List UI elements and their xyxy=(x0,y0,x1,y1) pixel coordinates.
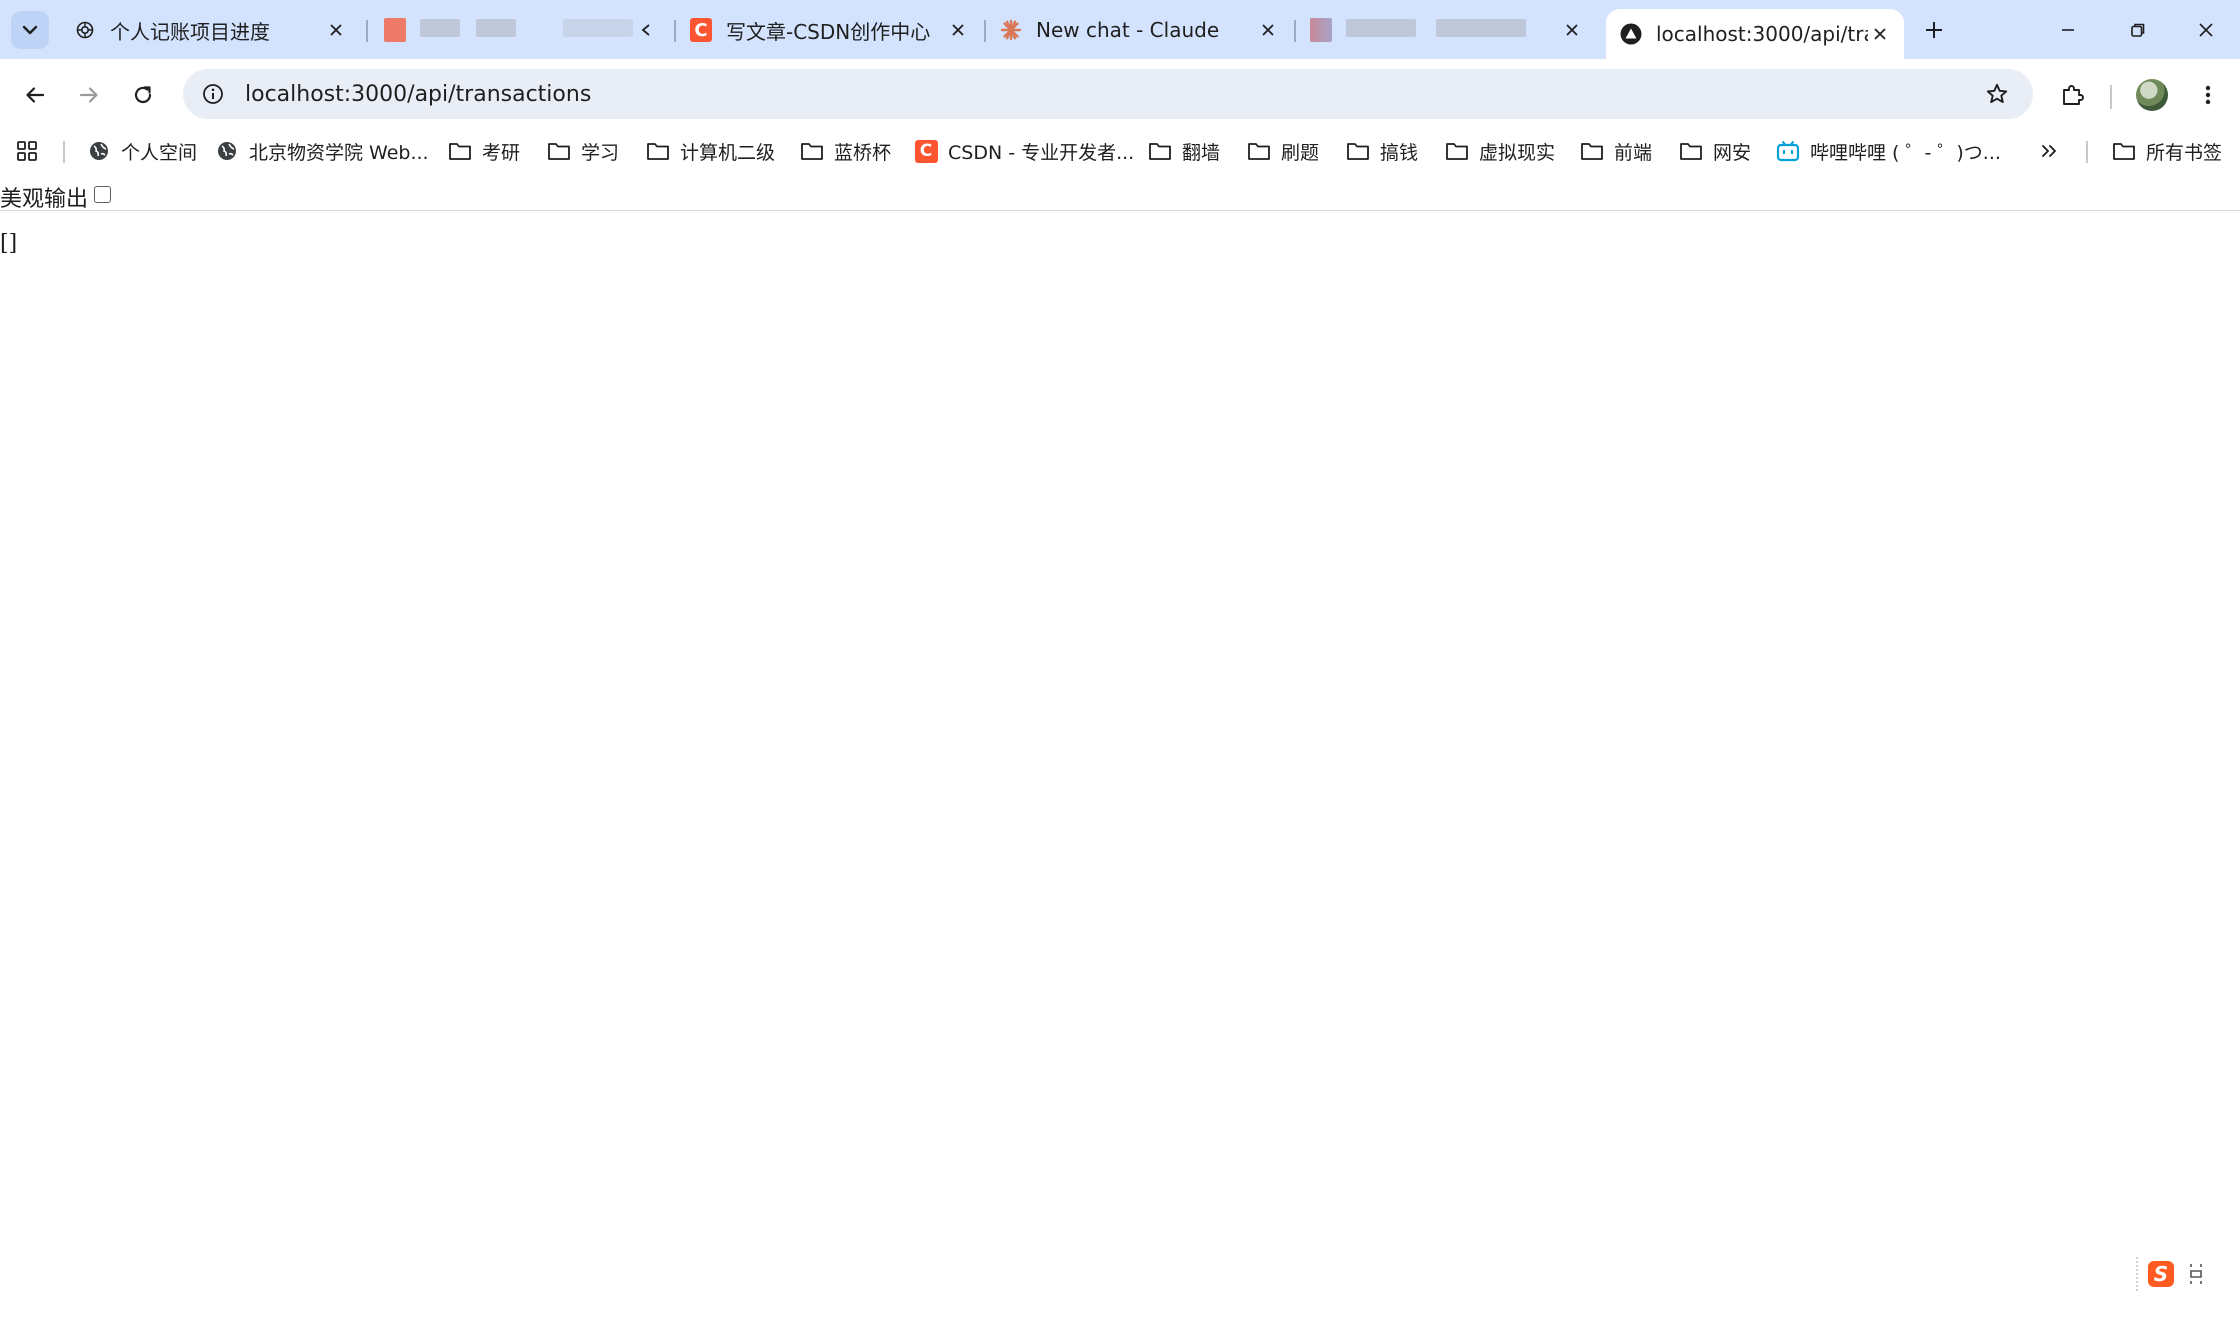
url-text[interactable]: localhost:3000/api/transactions xyxy=(245,82,591,107)
folder-icon xyxy=(547,139,571,163)
browser-menu-button[interactable] xyxy=(2188,75,2228,115)
folder-icon xyxy=(1445,139,1469,163)
site-info-icon[interactable] xyxy=(191,72,235,116)
bookmarks-overflow-button[interactable] xyxy=(2040,131,2058,171)
blurred-icon xyxy=(1310,18,1332,42)
bookmark-folder-kaoyan[interactable]: 考研 xyxy=(448,131,520,171)
restore-button[interactable] xyxy=(2118,10,2158,50)
tab-title: 个人记账项目进度 xyxy=(110,19,270,44)
claude-icon xyxy=(1000,19,1022,41)
reload-button[interactable] xyxy=(123,75,163,115)
bookmarks-bar: 个人空间 北京物资学院 Web... 考研 学习 计算机二级 蓝桥杯 C CSD… xyxy=(0,131,2240,171)
all-bookmarks-button[interactable]: 所有书签 xyxy=(2112,131,2222,171)
folder-icon xyxy=(2112,139,2136,163)
tab-csdn-write[interactable]: C 写文章-CSDN创作中心 xyxy=(676,9,982,51)
minimize-button[interactable] xyxy=(2048,10,2088,50)
ime-toolbar[interactable]: S xyxy=(2136,1257,2206,1291)
chevron-double-right-icon xyxy=(2042,145,2056,157)
apps-button[interactable] xyxy=(16,131,38,171)
browser-toolbar: localhost:3000/api/transactions xyxy=(0,59,2240,131)
close-icon[interactable] xyxy=(946,18,970,42)
bookmark-folder-frontend[interactable]: 前端 xyxy=(1580,131,1652,171)
folder-icon xyxy=(1580,139,1604,163)
vercel-icon xyxy=(1620,23,1642,45)
pretty-print-label: 美观输出 xyxy=(0,186,89,212)
close-icon[interactable] xyxy=(324,18,348,42)
close-icon[interactable] xyxy=(1256,18,1280,42)
back-button[interactable] xyxy=(15,75,55,115)
restore-icon xyxy=(2131,23,2145,37)
blurred-icon xyxy=(384,18,406,42)
address-bar[interactable]: localhost:3000/api/transactions xyxy=(183,69,2033,119)
bookmark-folder-study[interactable]: 学习 xyxy=(547,131,619,171)
extensions-button[interactable] xyxy=(2053,75,2093,115)
bookmark-folder-vpn[interactable]: 翻墙 xyxy=(1148,131,1220,171)
plus-icon xyxy=(1926,22,1942,38)
minimize-icon xyxy=(2062,29,2074,31)
bookmark-star-icon[interactable] xyxy=(1981,78,2013,110)
arrow-right-icon xyxy=(79,87,98,103)
folder-icon xyxy=(1346,139,1370,163)
page-content: 美观输出 [] S xyxy=(0,171,2240,1328)
folder-icon xyxy=(646,139,670,163)
close-icon[interactable] xyxy=(1560,18,1584,42)
sogou-ime-icon[interactable]: S xyxy=(2148,1261,2174,1287)
avatar xyxy=(2136,79,2168,111)
globe-icon xyxy=(215,139,239,163)
apps-grid-icon xyxy=(17,141,37,161)
tab-title: 写文章-CSDN创作中心 xyxy=(726,19,931,44)
pretty-print-checkbox[interactable] xyxy=(94,186,112,203)
bookmark-folder-ncre[interactable]: 计算机二级 xyxy=(646,131,775,171)
csdn-icon: C xyxy=(914,139,938,163)
bookmark-folder-security[interactable]: 网安 xyxy=(1679,131,1751,171)
close-icon xyxy=(2199,23,2213,37)
globe-icon xyxy=(87,139,111,163)
csdn-icon: C xyxy=(690,18,712,42)
tab-claude-chat[interactable]: New chat - Claude xyxy=(986,9,1292,51)
chatgpt-icon xyxy=(74,19,96,41)
more-vertical-icon xyxy=(2205,85,2211,105)
tab-blurred-2[interactable] xyxy=(1296,9,1596,51)
new-tab-button[interactable] xyxy=(1918,14,1950,46)
folder-icon xyxy=(448,139,472,163)
json-response: [] xyxy=(0,231,18,256)
bookmark-folder-vr[interactable]: 虚拟现实 xyxy=(1445,131,1555,171)
bilibili-icon xyxy=(1776,139,1800,163)
puzzle-icon xyxy=(2063,85,2084,105)
ime-settings-icon[interactable] xyxy=(2188,1261,2204,1287)
folder-icon xyxy=(1679,139,1703,163)
bookmark-bwu-web[interactable]: 北京物资学院 Web... xyxy=(215,131,429,171)
pretty-print-bar: 美观输出 xyxy=(0,183,2240,212)
tab-strip: 个人记账项目进度 C 写文章-CSDN创作中心 New chat - Claud… xyxy=(0,0,2240,59)
folder-icon xyxy=(800,139,824,163)
bookmark-folder-leetcode[interactable]: 刷题 xyxy=(1247,131,1319,171)
close-icon[interactable] xyxy=(1868,22,1892,46)
bookmark-folder-lanqiao[interactable]: 蓝桥杯 xyxy=(800,131,891,171)
tab-blurred-1[interactable] xyxy=(370,9,670,51)
tab-localhost-api[interactable]: localhost:3000/api/tran xyxy=(1606,9,1904,59)
tab-search-button[interactable] xyxy=(11,11,49,49)
bookmark-bilibili[interactable]: 哔哩哔哩 ( ゜- ゜)つ... xyxy=(1776,131,2001,171)
forward-button[interactable] xyxy=(69,75,109,115)
folder-icon xyxy=(1247,139,1271,163)
profile-button[interactable] xyxy=(2132,75,2172,115)
arrow-left-icon xyxy=(26,87,45,103)
close-window-button[interactable] xyxy=(2186,10,2226,50)
chevron-down-icon xyxy=(22,25,38,35)
bookmark-csdn[interactable]: C CSDN - 专业开发者... xyxy=(914,131,1134,171)
bookmark-personal-space[interactable]: 个人空间 xyxy=(87,131,197,171)
folder-icon xyxy=(1148,139,1172,163)
tab-title: New chat - Claude xyxy=(1036,18,1220,42)
chevron-left-icon[interactable] xyxy=(634,18,658,42)
tab-accounting-progress[interactable]: 个人记账项目进度 xyxy=(60,9,360,51)
bookmark-folder-money[interactable]: 搞钱 xyxy=(1346,131,1418,171)
tab-title: localhost:3000/api/tran xyxy=(1656,22,1868,46)
reload-icon xyxy=(134,86,152,104)
